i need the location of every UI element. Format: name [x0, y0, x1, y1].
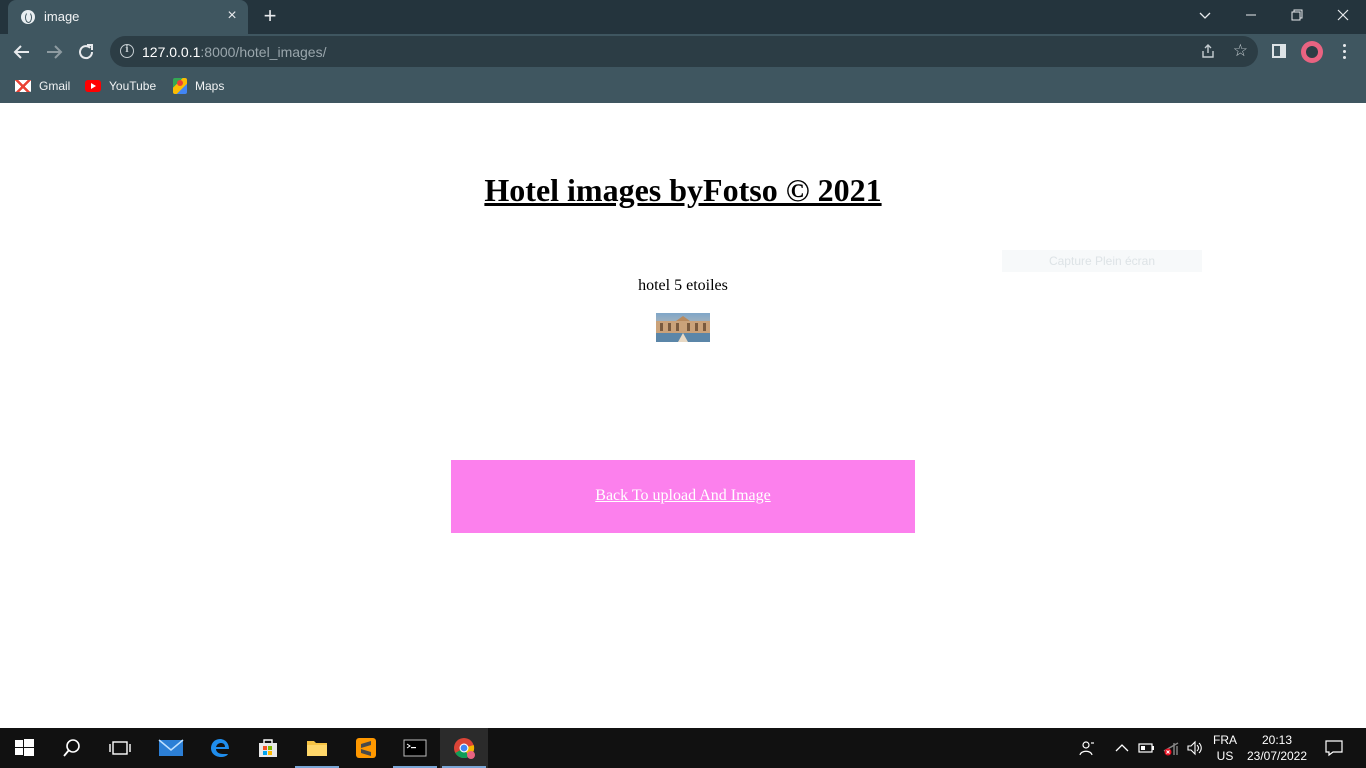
task-view-icon [109, 741, 131, 755]
close-icon [1337, 9, 1349, 21]
taskbar-terminal[interactable] [391, 728, 439, 768]
page-title: Hotel images byFotso © 2021 [484, 172, 882, 208]
volume-icon[interactable] [1186, 739, 1204, 757]
reload-button[interactable] [74, 40, 98, 64]
bookmark-label: Gmail [39, 79, 71, 93]
taskbar-sublime[interactable] [342, 728, 390, 768]
tab-strip: image × + [0, 0, 1366, 34]
search-icon [63, 739, 80, 757]
close-window-button[interactable] [1320, 0, 1366, 32]
back-link-box: Back To upload And Image [451, 460, 915, 533]
restore-icon [1291, 9, 1303, 21]
windows-logo-icon [15, 739, 34, 756]
globe-icon [21, 10, 35, 24]
clock[interactable]: 20:13 23/07/2022 [1244, 732, 1310, 764]
youtube-icon [85, 80, 101, 92]
address-url[interactable]: 127.0.0.1:8000/hotel_images/ [142, 44, 326, 60]
menu-kebab-icon[interactable] [1338, 42, 1350, 62]
taskbar-file-explorer[interactable] [293, 728, 341, 768]
bookmark-label: Maps [195, 79, 225, 93]
arrow-left-icon [13, 45, 29, 59]
clock-time: 20:13 [1261, 733, 1293, 747]
chrome-icon [454, 738, 475, 759]
bookmarks-bar: Gmail YouTube Maps [0, 70, 1366, 103]
mail-icon [158, 739, 184, 756]
forward-button[interactable] [42, 40, 66, 64]
browser-tab[interactable]: image × [8, 0, 248, 34]
maps-icon [173, 78, 187, 94]
folder-icon [307, 741, 327, 756]
info-icon[interactable]: i [120, 44, 134, 58]
hotel-photo[interactable] [656, 313, 710, 342]
search-button[interactable] [48, 728, 96, 768]
taskbar-chrome[interactable] [440, 728, 488, 768]
side-panel-icon[interactable] [1272, 44, 1286, 58]
back-button[interactable] [10, 40, 34, 64]
tab-title: image [44, 9, 80, 24]
network-disconnected-icon[interactable] [1162, 739, 1180, 757]
notifications-icon[interactable] [1325, 739, 1343, 757]
windows-taskbar: FRA US 20:13 23/07/2022 [0, 728, 1366, 768]
language-code: FRA [1213, 733, 1237, 747]
store-icon [259, 739, 277, 757]
new-tab-button[interactable]: + [259, 5, 281, 28]
taskbar-mail[interactable] [146, 728, 194, 768]
language-indicator[interactable]: FRA US [1208, 732, 1242, 764]
clock-date: 23/07/2022 [1246, 749, 1308, 763]
star-icon[interactable]: ☆ [1233, 42, 1248, 59]
gmail-icon [15, 80, 31, 92]
arrow-right-icon [47, 45, 63, 59]
keyboard-layout: US [1216, 749, 1234, 763]
minimize-button[interactable] [1228, 0, 1274, 32]
back-to-upload-link[interactable]: Back To upload And Image [451, 487, 915, 505]
ghost-tooltip: Capture Plein écran [1002, 250, 1202, 272]
edge-icon [211, 739, 229, 757]
taskbar-store[interactable] [244, 728, 292, 768]
share-icon[interactable] [1200, 43, 1216, 64]
start-button[interactable] [0, 728, 48, 768]
bookmark-youtube[interactable]: YouTube [85, 76, 156, 96]
task-view-button[interactable] [96, 728, 144, 768]
bookmark-gmail[interactable]: Gmail [15, 76, 70, 96]
people-icon[interactable] [1078, 739, 1096, 757]
tab-search-button[interactable] [1182, 0, 1228, 32]
page-viewport: Hotel images byFotso © 2021 Capture Plei… [0, 103, 1366, 728]
address-bar[interactable]: i 127.0.0.1:8000/hotel_images/ ☆ [110, 36, 1258, 67]
bookmark-maps[interactable]: Maps [173, 76, 224, 96]
terminal-icon [403, 739, 427, 757]
chevron-up-icon[interactable] [1114, 739, 1130, 757]
sublime-text-icon [356, 738, 376, 758]
hotel-name: hotel 5 etoiles [638, 277, 728, 294]
bookmark-label: YouTube [109, 79, 157, 93]
browser-toolbar: i 127.0.0.1:8000/hotel_images/ ☆ [0, 34, 1366, 70]
minimize-icon [1246, 14, 1256, 16]
tab-close-icon[interactable]: × [224, 8, 240, 24]
battery-icon[interactable] [1138, 739, 1156, 757]
reload-icon [79, 44, 94, 60]
profile-avatar[interactable] [1301, 41, 1323, 63]
restore-button[interactable] [1274, 0, 1320, 32]
taskbar-edge[interactable] [196, 728, 244, 768]
chevron-down-icon [1199, 12, 1211, 19]
